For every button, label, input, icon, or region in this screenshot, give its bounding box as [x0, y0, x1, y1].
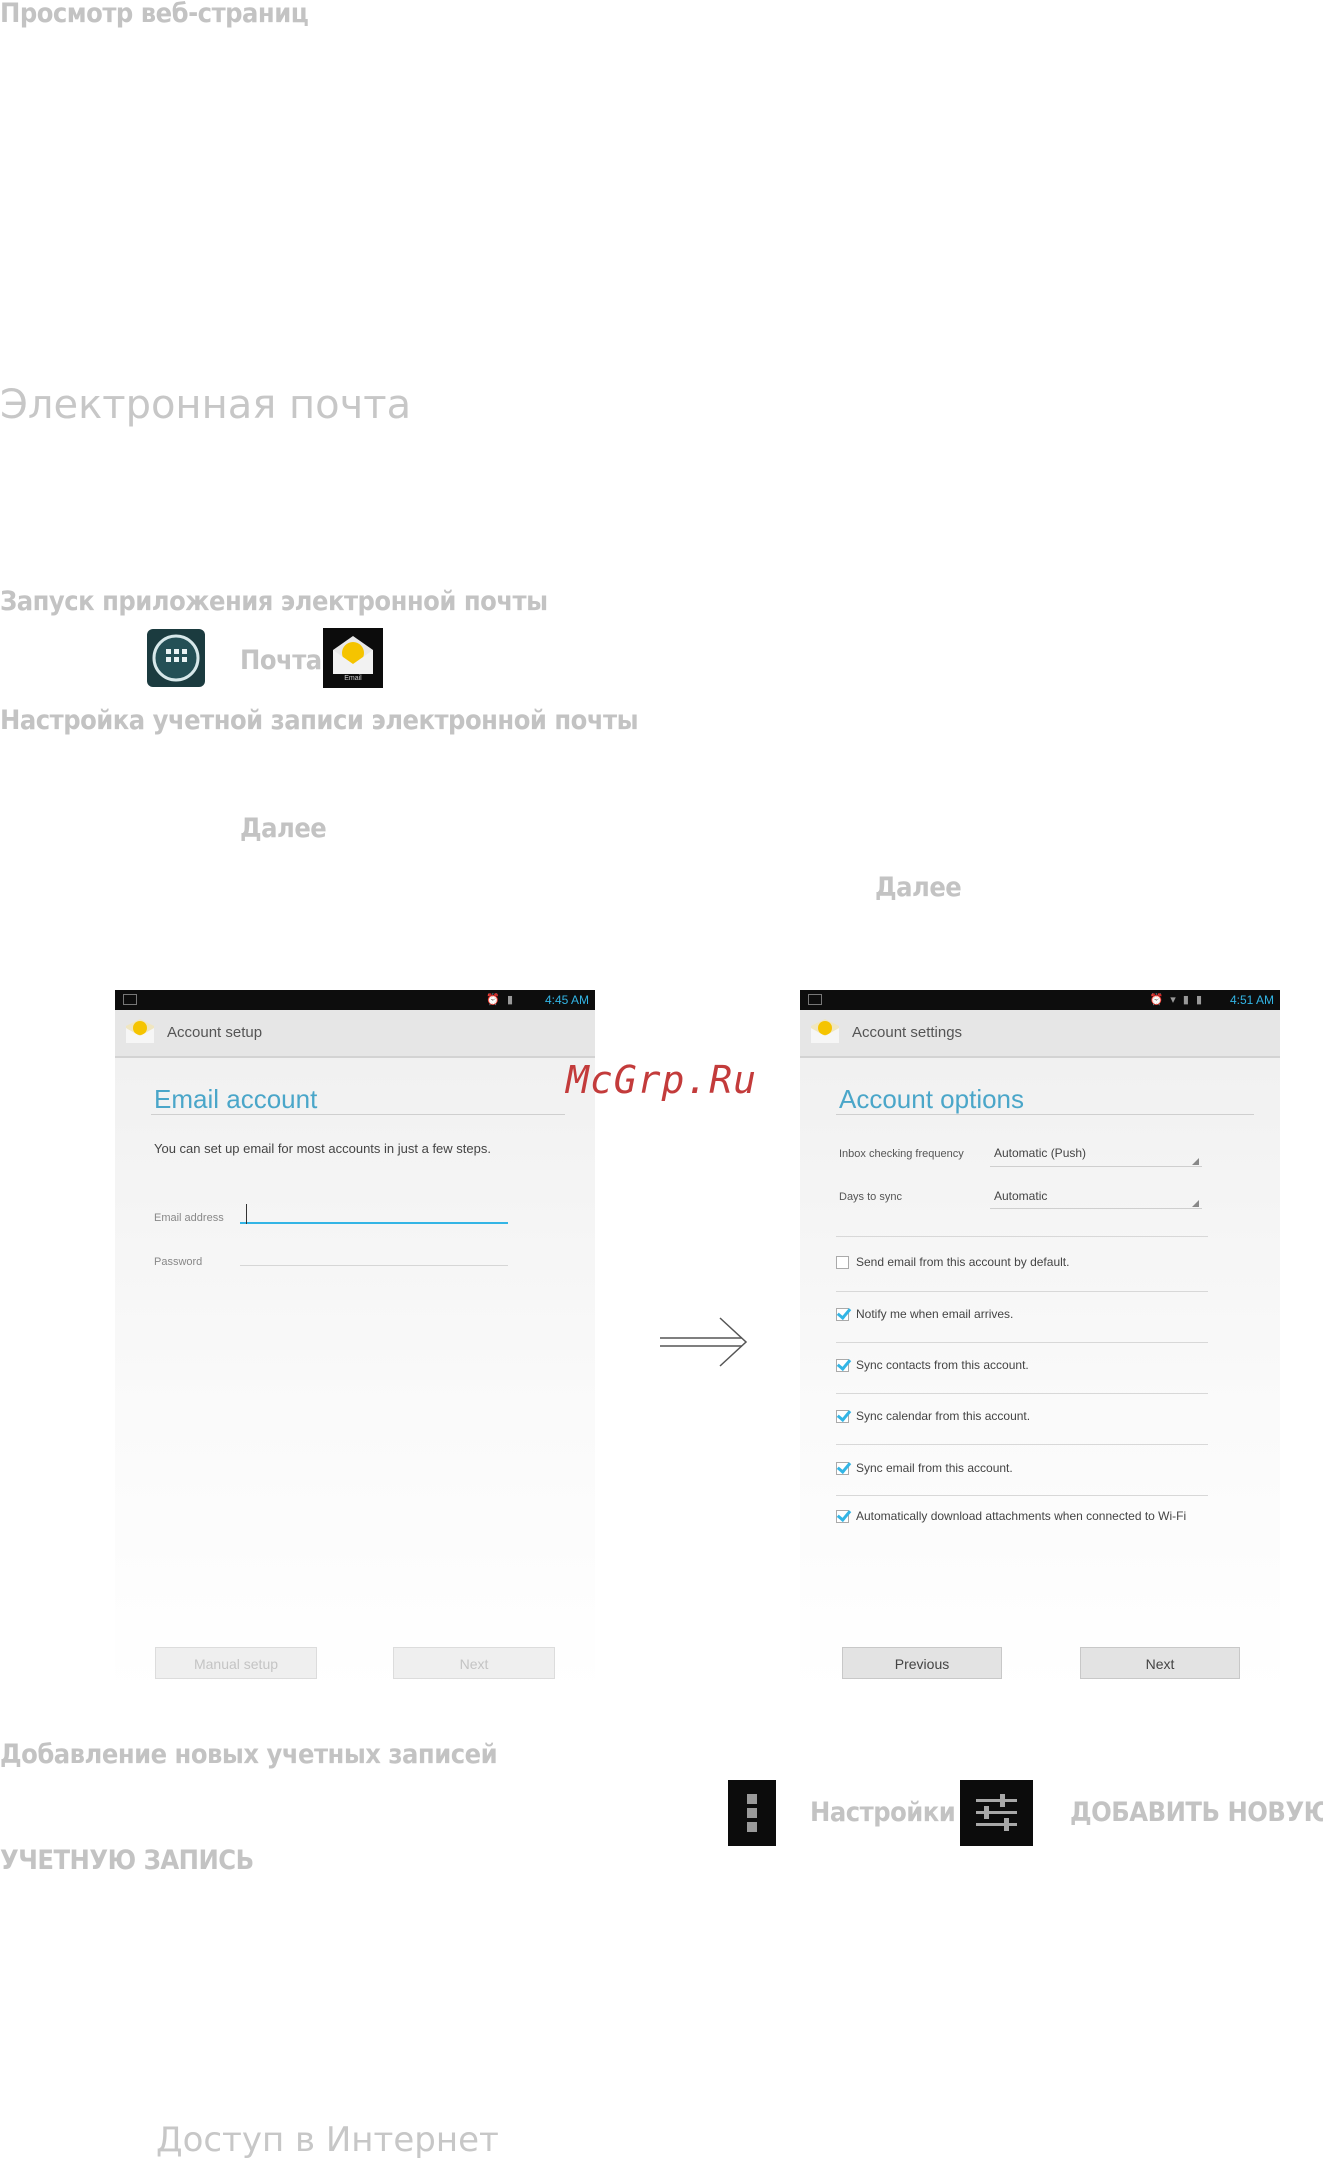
setup-heading: Настройка учетной записи электронной поч… — [0, 705, 639, 736]
settings-sliders-icon — [960, 1780, 1033, 1846]
dropdown-triangle-icon — [1192, 1158, 1199, 1165]
screen-heading: Account options — [839, 1084, 1025, 1114]
email-app-icon: Email — [323, 628, 383, 688]
intro-text: You can set up email for most accounts i… — [154, 1141, 491, 1156]
add-account-text-continued: УЧЕТНУЮ ЗАПИСЬ — [0, 1845, 254, 1876]
days-select-underline — [990, 1208, 1202, 1209]
option-checkbox[interactable] — [836, 1462, 849, 1475]
divider — [836, 1495, 1208, 1496]
divider — [836, 1236, 1208, 1237]
days-to-sync-label: Days to sync — [839, 1191, 902, 1203]
email-field[interactable] — [240, 1204, 508, 1224]
frequency-label: Inbox checking frequency — [839, 1148, 964, 1160]
email-app-icon — [811, 1019, 839, 1043]
add-accounts-heading: Добавление новых учетных записей — [0, 1739, 498, 1770]
actionbar-title: Account setup — [167, 1024, 263, 1041]
option-label: Automatically download attachments when … — [856, 1509, 1187, 1523]
divider — [836, 1444, 1208, 1445]
frequency-select[interactable]: Automatic (Push) — [994, 1146, 1086, 1160]
launch-heading: Запуск приложения электронной почты — [0, 586, 548, 617]
email-app-icon — [126, 1019, 154, 1043]
option-checkbox[interactable] — [836, 1308, 849, 1321]
option-checkbox[interactable] — [836, 1410, 849, 1423]
password-field[interactable] — [240, 1247, 508, 1266]
option-label: Sync email from this account. — [856, 1461, 1013, 1475]
status-icons: ⏰ ▮ — [486, 994, 515, 1006]
next-button[interactable]: Next — [1080, 1647, 1240, 1679]
option-checkbox[interactable] — [836, 1510, 849, 1523]
next-word-1: Далее — [240, 813, 327, 844]
option-checkbox[interactable] — [836, 1359, 849, 1372]
heading-divider — [151, 1114, 565, 1115]
option-label: Send email from this account by default. — [856, 1255, 1070, 1269]
status-bar: ⏰ ▾ ▮ ▮ 4:51 AM — [800, 990, 1280, 1010]
email-label: Email address — [154, 1212, 224, 1224]
action-bar: Account setup — [115, 1010, 595, 1058]
page-header: Просмотр веб-страниц — [0, 0, 309, 29]
status-time: 4:51 AM — [1229, 993, 1274, 1007]
dropdown-triangle-icon — [1192, 1200, 1199, 1207]
notification-icon — [123, 994, 137, 1005]
option-checkbox[interactable] — [836, 1256, 849, 1269]
settings-word: Настройки — [810, 1797, 956, 1828]
days-to-sync-select[interactable]: Automatic — [994, 1189, 1047, 1203]
section-title: Электронная почта — [0, 382, 412, 428]
divider — [836, 1342, 1208, 1343]
password-label: Password — [154, 1256, 203, 1268]
status-time: 4:45 AM — [544, 993, 589, 1007]
account-settings-screenshot: ⏰ ▾ ▮ ▮ 4:51 AM Account settings Account… — [800, 990, 1280, 1695]
add-account-text: ДОБАВИТЬ НОВУЮ — [1070, 1797, 1323, 1828]
status-bar: ⏰ ▮ 4:45 AM — [115, 990, 595, 1010]
option-label: Notify me when email arrives. — [856, 1307, 1014, 1321]
arrow-right-icon — [660, 1317, 748, 1367]
divider — [836, 1291, 1208, 1292]
previous-button[interactable]: Previous — [842, 1647, 1002, 1679]
heading-divider — [836, 1114, 1254, 1115]
frequency-select-underline — [990, 1166, 1202, 1167]
notification-icon — [808, 994, 822, 1005]
apps-icon — [147, 629, 205, 687]
next-button[interactable]: Next — [393, 1647, 555, 1679]
option-label: Sync contacts from this account. — [856, 1358, 1029, 1372]
watermark: McGrp.Ru — [566, 1058, 758, 1102]
account-setup-screenshot: ⏰ ▮ 4:45 AM Account setup Email account … — [115, 990, 595, 1695]
status-icons: ⏰ ▾ ▮ ▮ — [1149, 994, 1204, 1006]
next-word-2: Далее — [875, 872, 962, 903]
actionbar-title: Account settings — [852, 1024, 963, 1041]
option-label: Sync calendar from this account. — [856, 1409, 1031, 1423]
divider — [836, 1393, 1208, 1394]
screen-heading: Email account — [154, 1084, 318, 1114]
action-bar: Account settings — [800, 1010, 1280, 1058]
internet-heading: Доступ в Интернет — [156, 2120, 499, 2160]
manual-setup-button[interactable]: Manual setup — [155, 1647, 317, 1679]
launch-pochta: Почта — [240, 645, 322, 676]
overflow-menu-icon — [728, 1780, 776, 1846]
email-icon-caption: Email — [344, 675, 362, 682]
